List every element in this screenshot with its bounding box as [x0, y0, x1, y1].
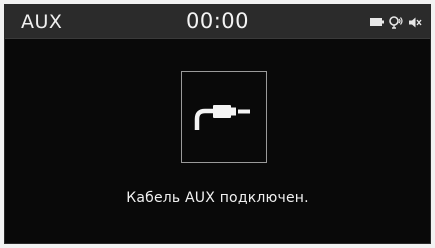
status-bar: AUX 00:00: [5, 5, 430, 39]
head-unit-screen: AUX 00:00 Кабель AUX подключен.: [4, 4, 431, 244]
mute-icon: [408, 16, 422, 29]
status-icons: [370, 15, 422, 29]
clock: 00:00: [185, 9, 250, 33]
connection-message: Кабель AUX подключен.: [126, 190, 309, 206]
voice-recognition-icon: [389, 15, 403, 29]
aux-cable-plug-icon: [181, 71, 267, 163]
battery-icon: [370, 18, 384, 26]
